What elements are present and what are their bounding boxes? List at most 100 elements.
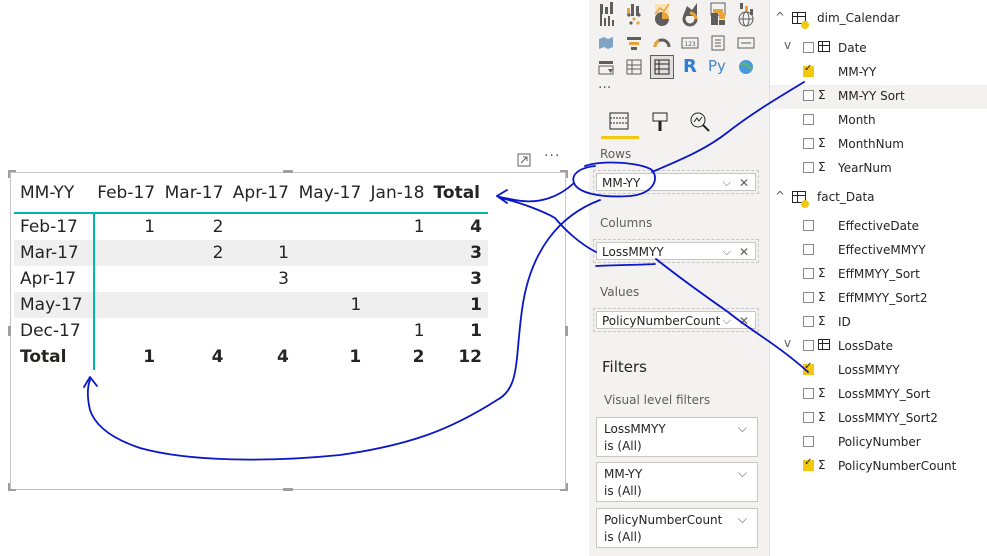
chevron-down-icon[interactable]: ⌵ [738, 420, 747, 437]
resize-handle-top-left-v[interactable] [8, 170, 10, 178]
field-checkbox[interactable] [803, 436, 814, 447]
row-label[interactable]: Apr-17 [14, 266, 95, 292]
cell[interactable] [295, 318, 367, 344]
more-options-icon[interactable]: ··· [544, 148, 560, 164]
cell[interactable] [94, 292, 161, 318]
expand-caret-icon[interactable]: v [784, 38, 791, 52]
field-row-policynumbercount[interactable]: Σ PolicyNumberCount [770, 455, 987, 479]
field-checkbox[interactable] [803, 90, 814, 101]
remove-icon[interactable]: ✕ [739, 243, 749, 261]
field-row-yearnum[interactable]: Σ YearNum [770, 157, 987, 181]
format-tab-icon[interactable] [648, 110, 672, 134]
table-header-fact-data[interactable]: ^ fact_Data [770, 185, 987, 211]
resize-handle-top[interactable] [283, 170, 293, 173]
field-checkbox[interactable] [803, 457, 814, 471]
field-row-effectivedate[interactable]: EffectiveDate [770, 215, 987, 239]
resize-handle-left[interactable] [8, 326, 11, 336]
field-row-effmmyy-sort2[interactable]: Σ EffMMYY_Sort2 [770, 287, 987, 311]
cell[interactable] [229, 213, 294, 240]
pie-chart-icon[interactable] [653, 10, 671, 28]
grand-total-label[interactable]: Total [14, 344, 95, 370]
field-row-date[interactable]: v Date [770, 37, 987, 61]
row-label[interactable]: May-17 [14, 292, 95, 318]
columns-well[interactable]: LossMMYY ⌵ ✕ [593, 239, 759, 263]
cell[interactable] [94, 240, 161, 266]
cell[interactable]: 1 [94, 213, 161, 240]
dot-plot-icon[interactable] [625, 10, 643, 28]
chevron-down-icon[interactable]: ⌵ [738, 465, 747, 482]
cell[interactable] [94, 318, 161, 344]
column-header[interactable]: Jan-18 [367, 174, 430, 213]
row-total[interactable]: 3 [431, 240, 488, 266]
field-checkbox[interactable] [803, 412, 814, 423]
collapse-caret-icon[interactable]: ^ [775, 189, 785, 203]
row-header[interactable]: MM-YY [14, 174, 94, 213]
columns-field-pill[interactable]: LossMMYY ⌵ ✕ [596, 242, 756, 260]
field-row-lossmmyy-sort2[interactable]: Σ LossMMYY_Sort2 [770, 407, 987, 431]
cell[interactable] [161, 266, 229, 292]
row-total[interactable]: 1 [431, 318, 488, 344]
row-total[interactable]: 3 [431, 266, 488, 292]
row-total[interactable]: 4 [431, 213, 488, 240]
rows-field-pill[interactable]: MM-YY ⌵ ✕ [596, 173, 756, 191]
chevron-down-icon[interactable]: ⌵ [738, 511, 747, 528]
treemap-icon[interactable] [709, 10, 727, 28]
resize-handle-bottom[interactable] [283, 488, 293, 491]
python-visual-icon[interactable]: Py [708, 57, 726, 75]
field-row-id[interactable]: Σ ID [770, 311, 987, 335]
cell[interactable]: 2 [161, 213, 229, 240]
field-checkbox[interactable] [803, 268, 814, 279]
chevron-down-icon[interactable]: ⌵ [723, 174, 731, 192]
cell[interactable] [295, 266, 367, 292]
collapse-caret-icon[interactable]: ^ [775, 10, 785, 24]
resize-handle-bottom-right-v[interactable] [566, 483, 568, 491]
values-field-pill[interactable]: PolicyNumberCount ⌵ ✕ [596, 311, 756, 329]
column-header[interactable]: May-17 [295, 174, 367, 213]
cell[interactable] [295, 240, 367, 266]
grand-total-value[interactable]: 12 [431, 344, 488, 370]
cell[interactable]: 4 [229, 344, 294, 370]
cell[interactable] [229, 318, 294, 344]
resize-handle-bottom-left-v[interactable] [8, 483, 10, 491]
field-row-lossmmyy[interactable]: LossMMYY [770, 359, 987, 383]
cell[interactable]: 1 [367, 213, 430, 240]
multi-row-card-icon[interactable] [737, 34, 755, 52]
column-header[interactable]: Apr-17 [229, 174, 294, 213]
scatter-chart-icon[interactable] [597, 10, 615, 28]
cell[interactable]: 3 [229, 266, 294, 292]
slicer-icon[interactable] [597, 58, 615, 76]
filter-card-lossmmyy[interactable]: LossMMYY is (All) ⌵ [596, 417, 758, 457]
field-row-lossmmyy-sort[interactable]: Σ LossMMYY_Sort [770, 383, 987, 407]
cell[interactable] [161, 292, 229, 318]
cell[interactable] [367, 266, 430, 292]
cell[interactable]: 2 [161, 240, 229, 266]
filter-card-policynumbercount[interactable]: PolicyNumberCount is (All) ⌵ [596, 508, 758, 548]
rows-well[interactable]: MM-YY ⌵ ✕ [593, 170, 759, 194]
filter-card-mm-yy[interactable]: MM-YY is (All) ⌵ [596, 462, 758, 502]
card-icon[interactable]: 123 [681, 34, 699, 52]
field-checkbox[interactable] [803, 292, 814, 303]
field-checkbox[interactable] [803, 138, 814, 149]
cell[interactable] [94, 266, 161, 292]
field-checkbox[interactable] [803, 316, 814, 327]
arcgis-map-icon[interactable] [737, 58, 755, 76]
cell[interactable]: 1 [94, 344, 161, 370]
chevron-down-icon[interactable]: ⌵ [723, 312, 731, 330]
field-checkbox[interactable] [803, 63, 814, 77]
field-row-effmmyy-sort[interactable]: Σ EffMMYY_Sort [770, 263, 987, 287]
column-header[interactable]: Mar-17 [161, 174, 229, 213]
field-checkbox[interactable] [803, 220, 814, 231]
field-checkbox[interactable] [803, 361, 814, 375]
field-checkbox[interactable] [803, 114, 814, 125]
r-script-visual-icon[interactable]: R [683, 56, 697, 77]
column-header[interactable]: Feb-17 [94, 174, 161, 213]
filled-map-icon[interactable] [597, 34, 615, 52]
field-checkbox[interactable] [803, 162, 814, 173]
field-checkbox[interactable] [803, 388, 814, 399]
field-checkbox[interactable] [803, 340, 814, 351]
field-row-effectivemmyy[interactable]: EffectiveMMYY [770, 239, 987, 263]
donut-chart-icon[interactable] [681, 10, 699, 28]
gauge-icon[interactable] [653, 34, 671, 52]
fields-tab-icon[interactable] [607, 110, 631, 134]
cell[interactable] [161, 318, 229, 344]
